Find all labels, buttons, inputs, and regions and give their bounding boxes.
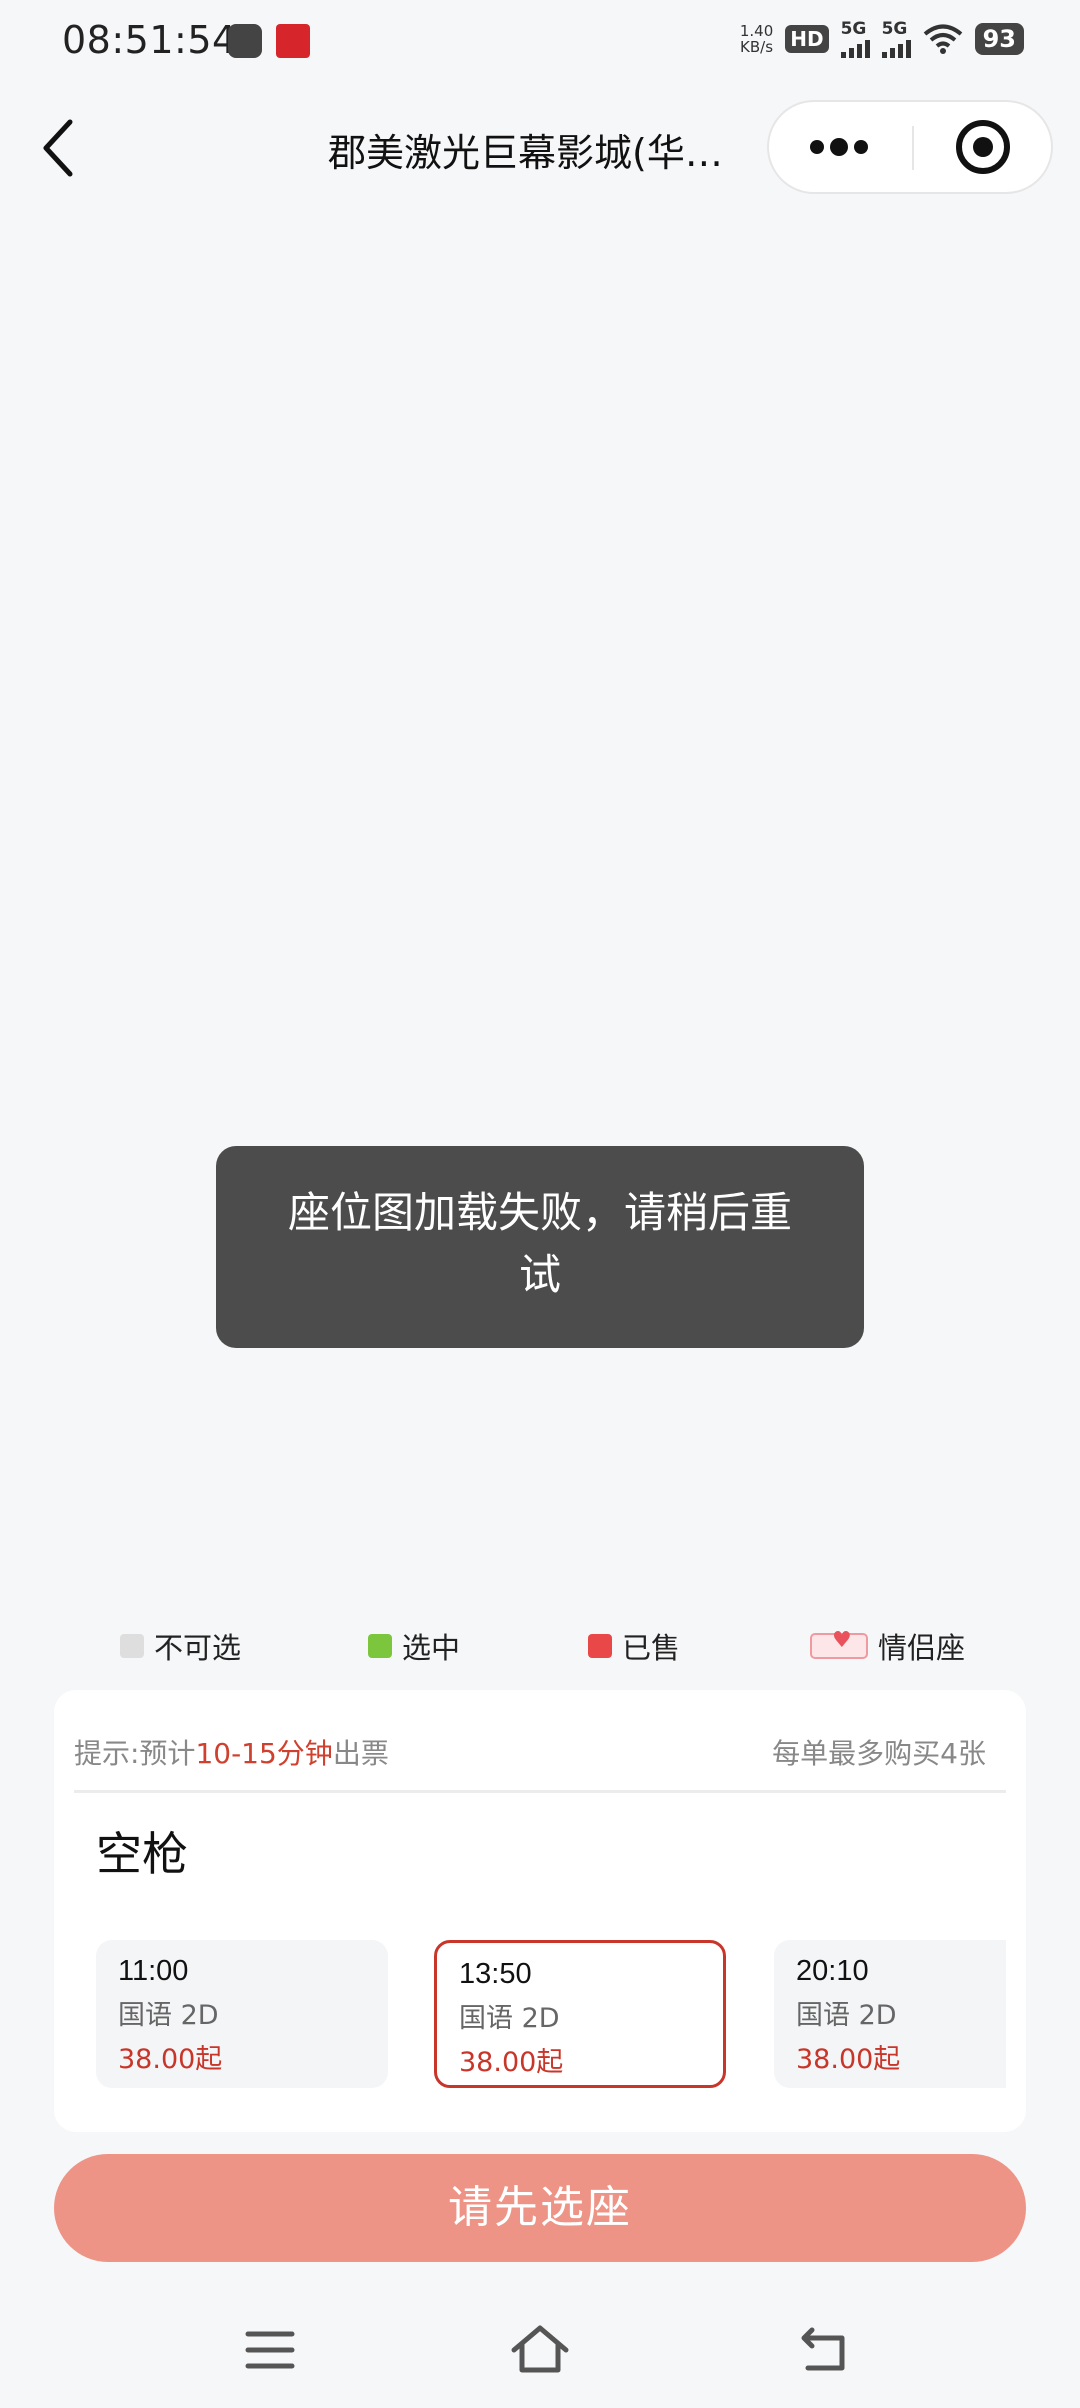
nav-bar: 郡美激光巨幕影城(华…: [0, 96, 1080, 200]
back-arrow-icon: [801, 2327, 845, 2371]
legend-selected: 选中: [368, 1625, 460, 1667]
capsule-divider: [912, 126, 914, 170]
tip-highlight: 10-15分钟: [195, 1737, 333, 1770]
status-indicators: 1.40 KB/s HD 5G 5G 93: [740, 20, 1024, 58]
showtime-list: 11:00 国语 2D 38.00起 13:50 国语 2D 38.00起 20…: [96, 1940, 1006, 2090]
card-divider: [74, 1790, 1006, 1793]
purchase-limit: 每单最多购买4张: [772, 1737, 986, 1770]
chevron-left-icon: [43, 119, 73, 177]
more-dots-icon: [810, 138, 868, 156]
showtime-option[interactable]: 11:00 国语 2D 38.00起: [96, 1940, 388, 2088]
back-button[interactable]: [30, 116, 94, 180]
notification-icons: [228, 24, 310, 58]
showtime-price: 38.00起: [118, 2044, 223, 2075]
showtime-card: 提示:预计10-15分钟出票 每单最多购买4张 空枪 11:00 国语 2D 3…: [54, 1690, 1026, 2132]
legend-selected-label: 选中: [402, 1631, 461, 1665]
network-speed-unit: KB/s: [740, 38, 774, 56]
legend-sold: 已售: [588, 1625, 680, 1667]
signal-bars-icon-2: [881, 38, 911, 58]
network-speed: 1.40 KB/s: [740, 23, 773, 55]
showtime-version: 国语 2D: [796, 2000, 897, 2031]
app-notification-icon: [228, 24, 262, 58]
legend-unavailable-label: 不可选: [154, 1631, 242, 1665]
showtime-price: 38.00起: [459, 2047, 564, 2078]
legend-sold-label: 已售: [622, 1631, 681, 1665]
showtime-price: 38.00起: [796, 2044, 901, 2075]
ticket-tip-row: 提示:预计10-15分钟出票 每单最多购买4张: [74, 1732, 1006, 1772]
wifi-icon: [923, 24, 962, 54]
more-button[interactable]: [769, 102, 909, 192]
close-button[interactable]: [917, 102, 1053, 192]
home-icon: [511, 2325, 569, 2373]
legend-couple-label: 情侣座: [878, 1631, 966, 1665]
showtime-time: 13:50: [459, 1958, 532, 1990]
menu-button[interactable]: [230, 2310, 310, 2390]
page-title: 郡美激光巨幕影城(华…: [328, 131, 723, 175]
system-nav-bar: [0, 2310, 1080, 2408]
showtime-option[interactable]: 20:10 国语 2D 38.00起: [774, 1940, 1006, 2088]
showtime-version: 国语 2D: [118, 2000, 219, 2031]
showtime-time: 11:00: [118, 1955, 189, 1987]
status-bar: 08:51:54 1.40 KB/s HD 5G 5G 93: [0, 0, 1080, 86]
mini-program-capsule: [767, 100, 1053, 194]
hd-icon: HD: [785, 25, 829, 53]
tip-suffix: 出票: [332, 1737, 389, 1770]
seat-legend: 不可选 选中 已售 情侣座: [0, 1625, 1080, 1685]
signal-icon-2: 5G: [881, 19, 911, 58]
error-toast: 座位图加载失败，请稍后重试: [216, 1146, 864, 1348]
showtime-version: 国语 2D: [459, 2003, 560, 2034]
selected-seat-icon: [368, 1634, 392, 1658]
menu-icon: [245, 2331, 295, 2369]
legend-unavailable: 不可选: [120, 1625, 241, 1667]
couple-seat-icon: [810, 1628, 868, 1659]
signal-label: 5G: [840, 19, 867, 39]
app-notification-icon-red: [276, 24, 310, 58]
showtime-option-selected[interactable]: 13:50 国语 2D 38.00起: [434, 1940, 726, 2088]
signal-bars-icon: [840, 38, 870, 58]
showtime-time: 20:10: [796, 1955, 869, 1987]
tip-prefix: 提示:预计: [74, 1737, 196, 1770]
select-seat-button[interactable]: 请先选座: [54, 2154, 1026, 2262]
ticket-tip: 提示:预计10-15分钟出票: [74, 1732, 389, 1772]
status-time: 08:51:54: [62, 18, 237, 62]
back-nav-button[interactable]: [786, 2310, 866, 2390]
target-circle-icon: [956, 120, 1010, 174]
unavailable-seat-icon: [120, 1634, 144, 1658]
home-button[interactable]: [500, 2310, 580, 2390]
battery-icon: 93: [974, 23, 1024, 55]
movie-title: 空枪: [96, 1827, 188, 1881]
signal-label-2: 5G: [881, 19, 908, 39]
sold-seat-icon: [588, 1634, 612, 1658]
network-speed-value: 1.40: [739, 22, 774, 40]
legend-couple: 情侣座: [810, 1625, 965, 1667]
signal-icon: 5G: [840, 19, 870, 58]
